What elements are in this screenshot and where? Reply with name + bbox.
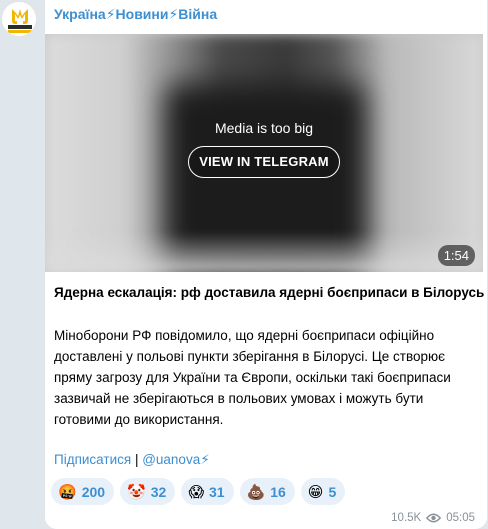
trident-logo-icon [2, 2, 36, 36]
subscribe-line: Підписатися | @uanova⚡ [54, 452, 210, 468]
view-count: 10.5K [391, 512, 422, 524]
video-duration-badge: 1:54 [437, 245, 475, 266]
reaction-scream[interactable]: 😱 31 [181, 478, 234, 505]
reaction-clown[interactable]: 🤡 32 [120, 478, 176, 505]
reaction-count: 200 [81, 483, 106, 500]
video-media[interactable]: Media is too big VIEW IN TELEGRAM 1:54 [45, 34, 483, 272]
post-time: 05:05 [446, 512, 475, 524]
pile-of-poo-icon: 💩 [246, 482, 266, 501]
reaction-poop[interactable]: 💩 16 [239, 478, 295, 505]
reaction-grin[interactable]: 😁 5 [300, 478, 346, 505]
grinning-face-icon: 😁 [307, 482, 324, 501]
subscribe-separator: | [131, 452, 143, 467]
reaction-count: 16 [270, 483, 286, 500]
message-meta: 10.5K 05:05 [391, 512, 475, 524]
eye-icon [426, 513, 442, 523]
reaction-count: 32 [150, 483, 167, 500]
reaction-angry[interactable]: 🤬 200 [51, 478, 115, 505]
subscribe-link[interactable]: Підписатися [54, 452, 131, 467]
view-in-telegram-button[interactable]: VIEW IN TELEGRAM [188, 146, 340, 178]
clown-face-icon: 🤡 [127, 482, 146, 501]
post-headline: Ядерна ескалація: рф доставила ядерні бо… [54, 285, 485, 300]
reactions-bar: 🤬 200 🤡 32 😱 31 💩 16 😁 5 [51, 478, 346, 505]
message-bubble: Україна⚡Новини⚡Війна Media is too big VI… [45, 0, 487, 529]
angry-face-icon: 🤬 [58, 482, 77, 501]
screaming-face-icon: 😱 [188, 482, 204, 501]
channel-avatar[interactable] [1, 1, 37, 37]
channel-handle-link[interactable]: @uanova⚡ [142, 452, 209, 467]
video-thumbnail-floor [45, 232, 483, 272]
media-too-big-note: Media is too big [214, 120, 314, 136]
reaction-count: 31 [208, 483, 225, 500]
reaction-count: 5 [328, 483, 337, 500]
post-body: Міноборони РФ повідомило, що ядерні боєп… [54, 328, 451, 427]
channel-name[interactable]: Україна⚡Новини⚡Війна [54, 6, 217, 23]
